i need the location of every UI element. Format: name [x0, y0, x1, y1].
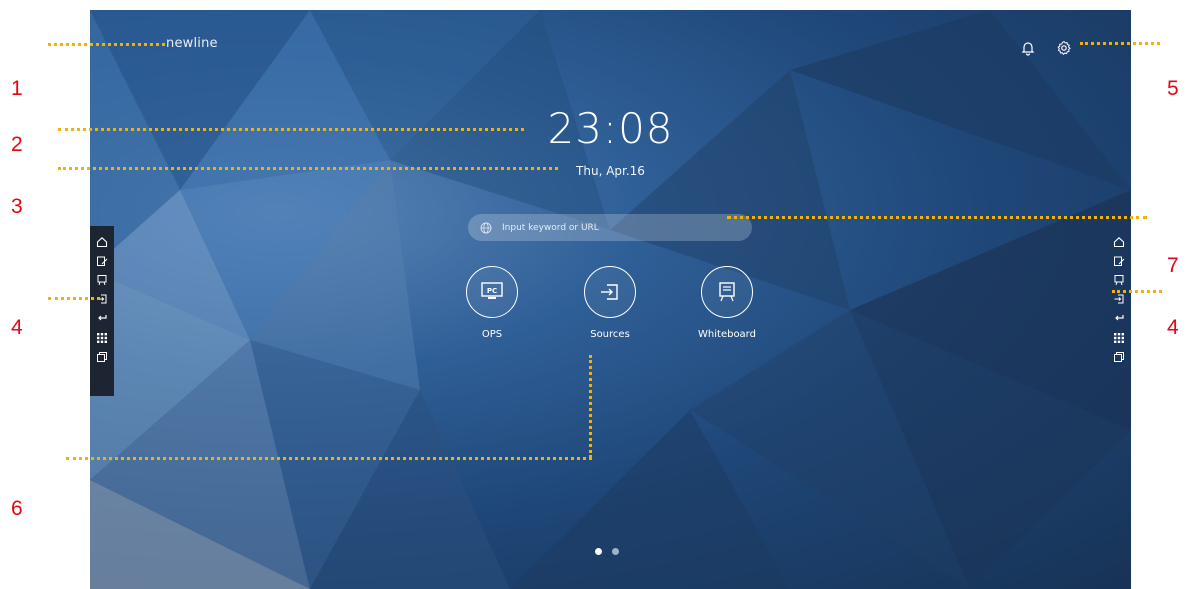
- callout-line-4-left: [48, 297, 100, 300]
- callout-number-4-right: 4: [1167, 316, 1179, 339]
- bell-icon[interactable]: [1020, 40, 1036, 56]
- callout-number-3: 3: [11, 195, 23, 218]
- home-icon[interactable]: [95, 235, 109, 249]
- home-icon[interactable]: [1112, 235, 1126, 249]
- back-icon[interactable]: [1112, 311, 1126, 325]
- windows-icon[interactable]: [1112, 350, 1126, 364]
- gear-icon[interactable]: [1056, 40, 1072, 56]
- apps-icon[interactable]: [95, 331, 109, 345]
- search-input[interactable]: [500, 221, 752, 234]
- source-icon[interactable]: [1112, 292, 1126, 306]
- annotate-icon[interactable]: [1112, 254, 1126, 268]
- app-ops[interactable]: PC OPS: [452, 266, 532, 340]
- app-label: OPS: [481, 329, 503, 340]
- globe-icon: [480, 222, 492, 233]
- callout-line-6: [66, 457, 592, 460]
- apps-icon[interactable]: [1112, 331, 1126, 345]
- page-dot-active[interactable]: [595, 548, 602, 555]
- input-source-icon[interactable]: [584, 266, 636, 318]
- whiteboard-icon[interactable]: [1112, 273, 1126, 287]
- annotate-icon[interactable]: [95, 254, 109, 268]
- windows-icon[interactable]: [95, 350, 109, 364]
- whiteboard-icon[interactable]: [701, 266, 753, 318]
- callout-line-5: [1080, 42, 1160, 45]
- callout-line-1: [48, 43, 165, 46]
- callout-number-2: 2: [11, 133, 23, 156]
- callout-line-4-right: [1112, 290, 1162, 293]
- page-indicator[interactable]: [595, 548, 619, 555]
- callout-number-1: 1: [11, 77, 23, 100]
- callout-number-7: 7: [1167, 254, 1179, 277]
- callout-line-7: [727, 216, 1147, 219]
- callout-line-3: [58, 167, 558, 170]
- page-dot[interactable]: [612, 548, 619, 555]
- brand-logo: newline: [166, 36, 218, 51]
- left-sidebar-toolbar: [90, 226, 114, 396]
- callout-line-2: [58, 128, 524, 131]
- back-icon[interactable]: [95, 311, 109, 325]
- app-whiteboard[interactable]: Whiteboard: [687, 266, 767, 340]
- whiteboard-icon[interactable]: [95, 273, 109, 287]
- app-label: Whiteboard: [698, 329, 756, 340]
- right-sidebar-toolbar: [1107, 226, 1131, 396]
- callout-number-4-left: 4: [11, 316, 23, 339]
- home-screen: newline 23:08 Thu, Apr.16 PC OPS: [90, 10, 1131, 589]
- app-label: Sources: [590, 329, 630, 340]
- search-bar[interactable]: [468, 214, 752, 241]
- pc-icon[interactable]: PC: [466, 266, 518, 318]
- app-sources[interactable]: Sources: [570, 266, 650, 340]
- svg-text:PC: PC: [487, 287, 497, 295]
- callout-number-5: 5: [1167, 77, 1179, 100]
- callout-number-6: 6: [11, 497, 23, 520]
- callout-line-6-vertical: [589, 355, 592, 458]
